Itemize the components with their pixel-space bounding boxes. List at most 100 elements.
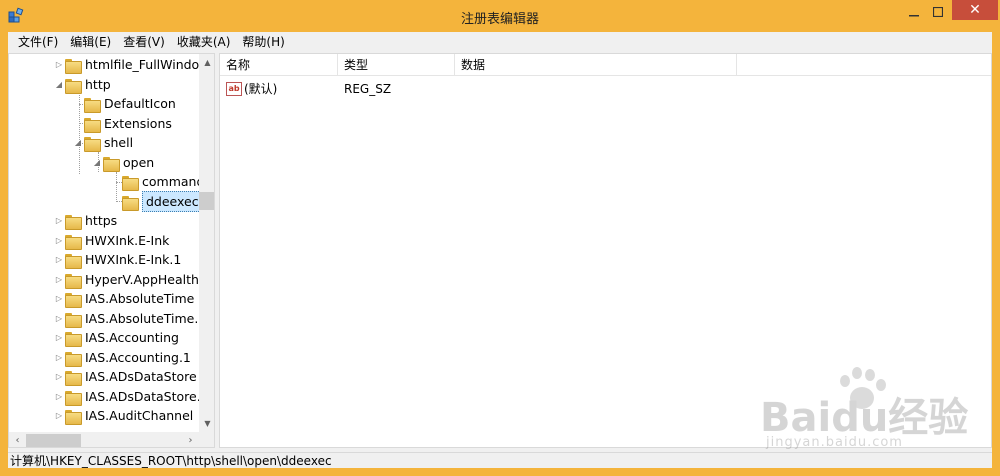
collapse-arrow-icon[interactable]: ◢ bbox=[91, 158, 103, 167]
tree-vertical-scrollbar[interactable]: ▲ ▼ bbox=[199, 54, 214, 432]
column-header-data[interactable]: 数据 bbox=[455, 54, 737, 76]
folder-icon bbox=[65, 390, 82, 406]
collapse-arrow-icon[interactable]: ◢ bbox=[72, 138, 84, 147]
title-bar[interactable]: 注册表编辑器 ✕ bbox=[0, 0, 1000, 32]
menu-view[interactable]: 查看(V) bbox=[117, 32, 171, 52]
folder-icon bbox=[65, 234, 82, 250]
folder-icon bbox=[65, 253, 82, 269]
regedit-window: 注册表编辑器 ✕ 文件(F) 编辑(E) 查看(V) 收藏夹(A) 帮助(H) bbox=[0, 0, 1000, 476]
folder-icon bbox=[65, 58, 82, 74]
tree-item-label: IAS.Accounting bbox=[85, 330, 179, 345]
scrollbar-corner bbox=[199, 432, 214, 447]
menu-file[interactable]: 文件(F) bbox=[12, 32, 64, 52]
tree-item-label: IAS.AbsoluteTime bbox=[85, 291, 195, 306]
value-name: (默认) bbox=[244, 82, 278, 96]
expand-arrow-icon[interactable]: ▷ bbox=[53, 275, 65, 284]
folder-icon bbox=[103, 156, 120, 172]
baidu-watermark: Baidu经验 jingyan.baidu.com bbox=[760, 365, 990, 465]
window-title: 注册表编辑器 bbox=[460, 12, 539, 27]
folder-icon bbox=[65, 78, 82, 94]
tree-item[interactable]: ▷ IAS.Accounting bbox=[53, 328, 179, 347]
tree-item[interactable]: ◢ shell bbox=[72, 133, 133, 152]
expand-arrow-icon[interactable]: ▷ bbox=[53, 333, 65, 342]
column-header-type[interactable]: 类型 bbox=[338, 54, 455, 76]
tree-item-label: http bbox=[85, 77, 111, 92]
close-button[interactable]: ✕ bbox=[952, 0, 998, 20]
expand-arrow-icon[interactable]: ▷ bbox=[53, 411, 65, 420]
list-header: 名称 类型 数据 bbox=[220, 54, 991, 76]
tree-item-label: HyperV.AppHealthMonitor bbox=[85, 272, 214, 287]
tree-item-label: htmlfile_FullWindow bbox=[85, 57, 210, 72]
tree-item-label: shell bbox=[104, 135, 134, 150]
tree-item-selected[interactable]: ddeexec bbox=[110, 191, 203, 212]
menu-favorites[interactable]: 收藏夹(A) bbox=[171, 32, 237, 52]
folder-icon bbox=[84, 117, 101, 133]
maximize-button[interactable] bbox=[925, 0, 951, 24]
tree-item[interactable]: ▷ IAS.Accounting.1 bbox=[53, 348, 191, 367]
tree-item[interactable]: Extensions bbox=[72, 114, 172, 133]
tree-item-label: HWXInk.E-Ink.1 bbox=[85, 252, 182, 267]
expand-arrow-icon[interactable]: ▷ bbox=[53, 372, 65, 381]
expand-arrow-icon[interactable]: ▷ bbox=[53, 255, 65, 264]
tree-item[interactable]: ▷ IAS.ADsDataStore.1 bbox=[53, 387, 209, 406]
tree-item[interactable]: ▷ IAS.AuditChannel bbox=[53, 406, 193, 425]
tree-item-label: IAS.ADsDataStore.1 bbox=[85, 389, 209, 404]
close-icon: ✕ bbox=[969, 2, 981, 18]
expand-arrow-icon[interactable]: ▷ bbox=[53, 392, 65, 401]
tree-item[interactable]: ▷ IAS.AbsoluteTime bbox=[53, 289, 194, 308]
tree-item-label: IAS.Accounting.1 bbox=[85, 350, 191, 365]
maximize-icon bbox=[933, 7, 943, 17]
tree-item[interactable]: ◢ http bbox=[53, 75, 111, 94]
column-header-name[interactable]: 名称 bbox=[220, 54, 338, 76]
tree-horizontal-scrollbar[interactable]: ‹ › bbox=[9, 432, 199, 447]
tree-item-label: IAS.AbsoluteTime.1 bbox=[85, 311, 207, 326]
tree-item-label: DefaultIcon bbox=[104, 96, 176, 111]
tree-item-label: https bbox=[85, 213, 118, 228]
tree-item-label: IAS.ADsDataStore bbox=[85, 369, 197, 384]
folder-icon bbox=[65, 273, 82, 289]
tree-item-label: HWXInk.E-Ink bbox=[85, 233, 170, 248]
tree-item-label: ddeexec bbox=[142, 191, 203, 212]
expand-arrow-icon[interactable]: ▷ bbox=[53, 353, 65, 362]
tree-item[interactable]: ▷ IAS.ADsDataStore bbox=[53, 367, 197, 386]
folder-icon bbox=[84, 97, 101, 113]
scroll-up-arrow-icon[interactable]: ▲ bbox=[199, 54, 214, 71]
expand-arrow-icon[interactable]: ▷ bbox=[53, 294, 65, 303]
scroll-right-arrow-icon[interactable]: › bbox=[182, 432, 199, 447]
expand-arrow-icon[interactable]: ▷ bbox=[53, 236, 65, 245]
tree-item[interactable]: command bbox=[110, 172, 204, 191]
folder-icon bbox=[65, 370, 82, 386]
scroll-thumb[interactable] bbox=[199, 192, 214, 210]
scroll-down-arrow-icon[interactable]: ▼ bbox=[199, 415, 214, 432]
minimize-icon bbox=[909, 15, 919, 17]
menu-bar: 文件(F) 编辑(E) 查看(V) 收藏夹(A) 帮助(H) bbox=[8, 32, 992, 52]
tree-item[interactable]: ◢ open bbox=[91, 153, 154, 172]
menu-edit[interactable]: 编辑(E) bbox=[64, 32, 117, 52]
tree-item-label: open bbox=[123, 155, 155, 170]
tree-item[interactable]: ▷ htmlfile_FullWindow bbox=[53, 55, 209, 74]
status-path: 计算机\HKEY_CLASSES_ROOT\http\shell\open\dd… bbox=[10, 454, 332, 468]
tree-item[interactable]: ▷ HWXInk.E-Ink.1 bbox=[53, 250, 181, 269]
watermark-url: jingyan.baidu.com bbox=[766, 435, 903, 450]
registry-tree[interactable]: ▷ htmlfile_FullWindow ◢ http DefaultIcon… bbox=[8, 53, 215, 448]
tree-item-label: Extensions bbox=[104, 116, 172, 131]
scroll-left-arrow-icon[interactable]: ‹ bbox=[9, 432, 26, 447]
folder-icon bbox=[122, 175, 139, 191]
scroll-thumb[interactable] bbox=[26, 434, 81, 447]
list-item[interactable]: ab (默认) REG_SZ bbox=[220, 79, 991, 99]
tree-item[interactable]: ▷ HWXInk.E-Ink bbox=[53, 231, 169, 250]
tree-item[interactable]: DefaultIcon bbox=[72, 94, 176, 113]
menu-help[interactable]: 帮助(H) bbox=[236, 32, 290, 52]
tree-item[interactable]: ▷ HyperV.AppHealthMonitor bbox=[53, 270, 214, 289]
folder-icon bbox=[65, 351, 82, 367]
folder-icon bbox=[122, 195, 139, 211]
expand-arrow-icon[interactable]: ▷ bbox=[53, 314, 65, 323]
value-type: REG_SZ bbox=[344, 82, 392, 96]
folder-icon bbox=[65, 312, 82, 328]
tree-item[interactable]: ▷ https bbox=[53, 211, 117, 230]
tree-item[interactable]: ▷ IAS.AbsoluteTime.1 bbox=[53, 309, 206, 328]
expand-arrow-icon[interactable]: ▷ bbox=[53, 60, 65, 69]
folder-icon bbox=[65, 409, 82, 425]
collapse-arrow-icon[interactable]: ◢ bbox=[53, 80, 65, 89]
expand-arrow-icon[interactable]: ▷ bbox=[53, 216, 65, 225]
